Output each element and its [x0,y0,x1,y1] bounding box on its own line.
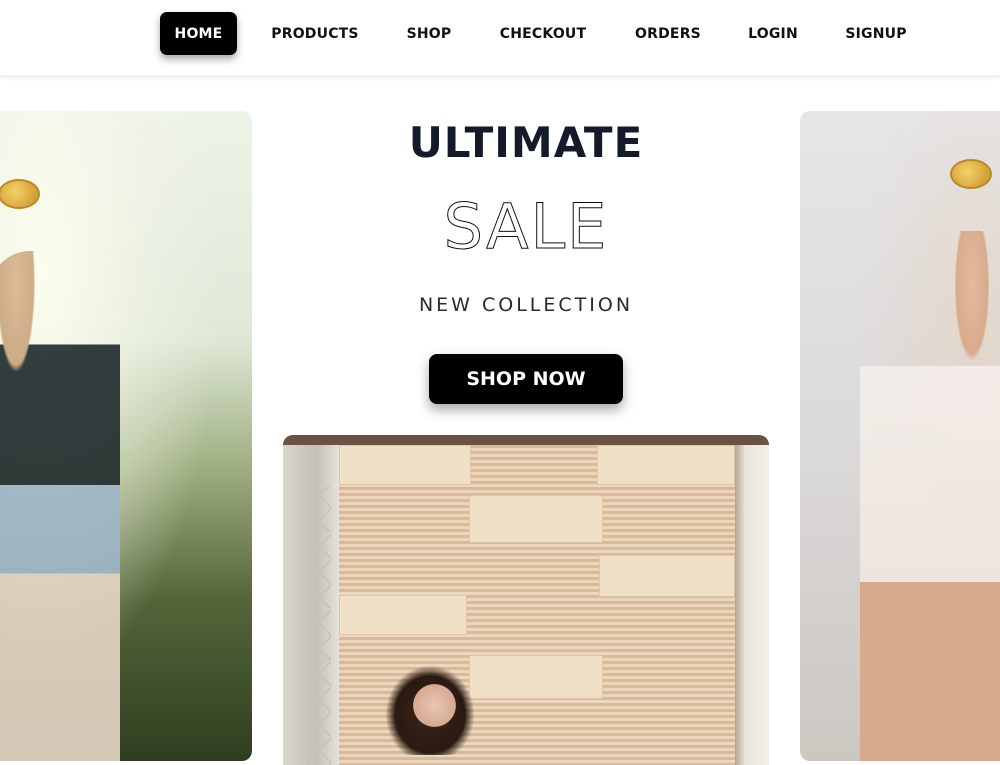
hero-subtitle: NEW COLLECTION [418,294,634,316]
nav-login[interactable]: LOGIN [744,12,802,55]
hero-sale-outline: SALE [443,190,609,264]
nav-signup[interactable]: SIGNUP [842,12,910,55]
right-model-figure [860,231,1000,761]
wall-block [339,445,471,485]
left-model-figure [0,251,120,761]
center-model-figure [385,665,475,755]
awning [283,435,769,445]
white-pillar [735,445,769,765]
wall-block [339,595,467,635]
wall-block [469,495,603,543]
hero-title: ULTIMATE [408,118,644,167]
wall-block [599,555,735,597]
wall-block [469,655,603,699]
nav-checkout[interactable]: CHECKOUT [496,12,590,55]
site-header: HOME PRODUCTS SHOP CHECKOUT ORDERS LOGIN… [0,0,1000,76]
lattice-wall [283,445,339,765]
nav-products[interactable]: PRODUCTS [270,12,360,55]
shop-now-button[interactable]: SHOP NOW [429,354,623,404]
nav-orders[interactable]: ORDERS [632,12,704,55]
nav-shop[interactable]: SHOP [402,12,456,55]
nav-home[interactable]: HOME [160,12,237,55]
left-model-photo [0,111,252,761]
right-model-photo [800,111,1000,761]
sunglasses-right-icon [950,159,992,189]
sunglasses-left-icon [0,179,40,209]
center-model-photo [283,435,769,765]
main-nav: HOME PRODUCTS SHOP CHECKOUT ORDERS LOGIN… [0,0,1000,70]
wall-block [597,445,735,485]
